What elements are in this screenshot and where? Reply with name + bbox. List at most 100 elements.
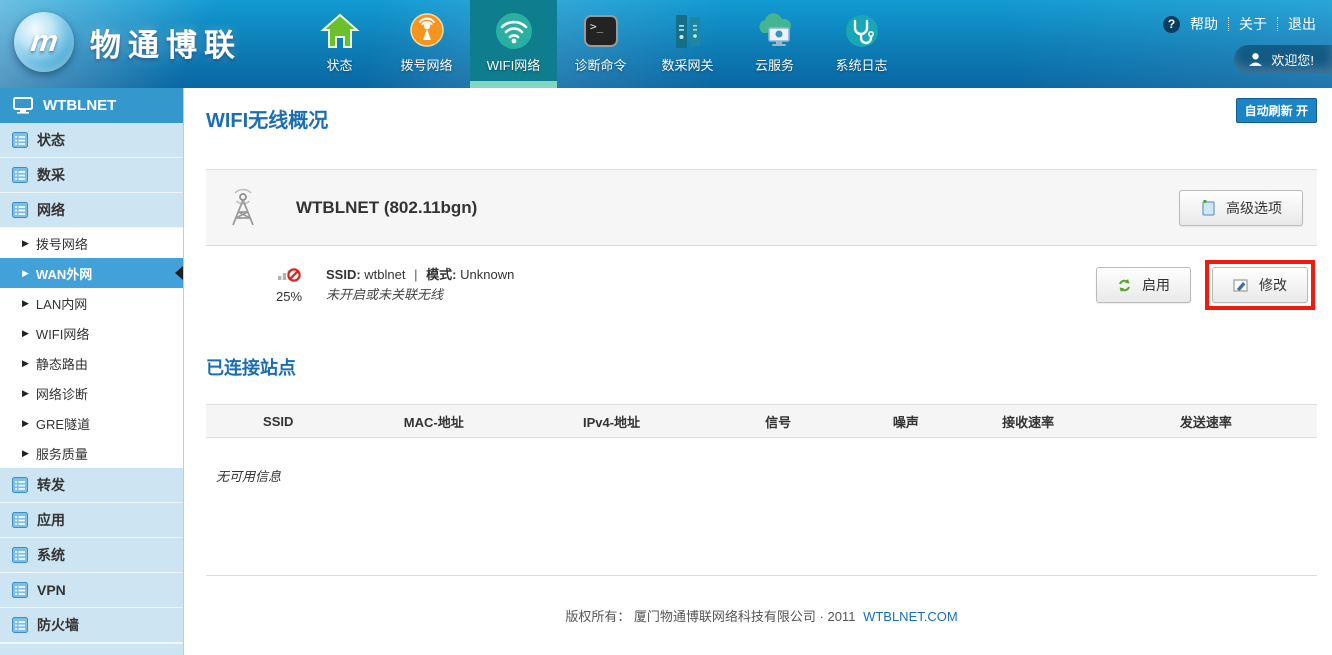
list-icon [12,582,28,598]
brand-name: 物通博联 [90,20,242,65]
stations-table: SSID MAC-地址 IPv4-地址 信号 噪声 接收速率 发送速率 [206,404,1317,438]
sidebar-item-network-diagnostic[interactable]: ▶ 网络诊断 [0,378,183,408]
brand-glyph: m [28,25,59,59]
divider [1277,17,1278,31]
main-nav: 状态 拨号网络 WIFI网络 >_ 诊断命令 数采网关 [296,0,905,88]
sidebar-item-network[interactable]: 网络 [0,193,183,228]
col-ipv4: IPv4-地址 [517,405,706,438]
arrow-right-icon: ▶ [22,268,29,279]
edit-icon [1233,278,1249,293]
sidebar-item-application[interactable]: 应用 [0,503,183,538]
main-content: WIFI无线概况 自动刷新 开 WTBLNET (802.11bgn) 高级选项 [184,88,1332,655]
sidebar-item-lan[interactable]: ▶ LAN内网 [0,288,183,318]
arrow-right-icon: ▶ [22,238,29,249]
sidebar-item-data-collect[interactable]: 数采 [0,158,183,193]
footer: 版权所有： 厦门物通博联网络科技有限公司 · 2011 WTBLNET.COM [206,606,1317,625]
list-icon [12,547,28,563]
radio-status-text: 未开启或未关联无线 [326,285,514,305]
brand-globe-icon: m [14,12,74,72]
signal-disabled-icon [277,266,301,282]
sidebar-item-vpn[interactable]: VPN [0,573,183,608]
antenna-icon [224,188,262,228]
wifi-icon [470,7,557,55]
connected-stations-title: 已连接站点 [206,354,1317,380]
col-noise: 噪声 [850,405,961,438]
copyright-text: 版权所有： 厦门物通博联网络科技有限公司 · 2011 [565,609,855,624]
top-header: m 物通博联 状态 拨号网络 WIFI网络 >_ 诊断命令 [0,0,1332,88]
sidebar-item-forward[interactable]: 转发 [0,468,183,503]
signal-block: 25% [266,266,312,304]
logout-link[interactable]: 退出 [1288,14,1316,34]
no-info-message: 无可用信息 [216,466,1317,485]
brand-logo: m 物通博联 [14,12,242,72]
highlight-box: 修改 [1205,260,1315,310]
sidebar-item-qos[interactable]: ▶ 服务质量 [0,438,183,468]
list-icon [12,132,28,148]
radio-buttons: 启用 修改 [1096,260,1315,310]
sidebar-item-wifi-network[interactable]: ▶ WIFI网络 [0,318,183,348]
welcome-text: 欢迎您! [1271,50,1314,69]
page-add-icon [1200,200,1216,216]
arrow-right-icon: ▶ [22,448,29,459]
col-mac: MAC-地址 [350,405,517,438]
sidebar-item-partial[interactable] [0,643,183,655]
dial-network-icon [383,7,470,55]
tab-data-gateway[interactable]: 数采网关 [644,0,731,88]
sidebar-item-system[interactable]: 系统 [0,538,183,573]
welcome-badge[interactable]: 欢迎您! [1234,45,1332,73]
tab-wifi-network[interactable]: WIFI网络 [470,0,557,88]
divider [1228,17,1229,31]
col-rx-rate: 接收速率 [961,405,1094,438]
tab-diagnostic-command[interactable]: >_ 诊断命令 [557,0,644,88]
wifi-radio-row: 25% SSID: wtblnet | 模式: Unknown 未开启或未关联无… [206,246,1317,324]
sidebar-item-gre-tunnel[interactable]: ▶ GRE隧道 [0,408,183,438]
user-icon [1248,52,1263,67]
arrow-right-icon: ▶ [22,358,29,369]
signal-percent: 25% [266,289,312,304]
gateway-icon [644,7,731,55]
arrow-right-icon: ▶ [22,298,29,309]
cloud-service-icon [731,7,818,55]
page-title: WIFI无线概况 [206,104,1317,133]
modify-button[interactable]: 修改 [1212,267,1308,303]
sidebar: WTBLNET 状态 数采 网络 ▶ 拨号网络 ▶ WAN外网 ▶ LAN内网 … [0,88,184,655]
help-link[interactable]: 帮助 [1190,14,1218,34]
header-links: ? 帮助 关于 退出 [1163,14,1316,34]
home-icon [296,7,383,55]
footer-link[interactable]: WTBLNET.COM [863,609,958,624]
auto-refresh-toggle[interactable]: 自动刷新 开 [1236,98,1317,123]
col-ssid: SSID [206,405,350,438]
radio-info: SSID: wtblnet | 模式: Unknown 未开启或未关联无线 [326,265,514,305]
col-signal: 信号 [706,405,850,438]
sidebar-item-status[interactable]: 状态 [0,123,183,158]
tab-dial-network[interactable]: 拨号网络 [383,0,470,88]
sidebar-item-wan[interactable]: ▶ WAN外网 [0,258,183,288]
stations-header-row: SSID MAC-地址 IPv4-地址 信号 噪声 接收速率 发送速率 [206,405,1317,438]
list-icon [12,512,28,528]
ssid-line: SSID: wtblnet | 模式: Unknown [326,265,514,285]
arrow-right-icon: ▶ [22,328,29,339]
tab-status[interactable]: 状态 [296,0,383,88]
sidebar-item-dial-network[interactable]: ▶ 拨号网络 [0,228,183,258]
sidebar-device-title: WTBLNET [0,88,183,123]
wifi-device-name: WTBLNET (802.11bgn) [296,198,477,218]
wifi-device-panel: WTBLNET (802.11bgn) 高级选项 [206,170,1317,246]
advanced-options-button[interactable]: 高级选项 [1179,190,1303,226]
tab-cloud-service[interactable]: 云服务 [731,0,818,88]
list-icon [12,477,28,493]
list-icon [12,167,28,183]
sidebar-item-static-route[interactable]: ▶ 静态路由 [0,348,183,378]
help-icon[interactable]: ? [1163,16,1180,33]
enable-button[interactable]: 启用 [1096,267,1191,303]
tab-system-log[interactable]: 系统日志 [818,0,905,88]
col-tx-rate: 发送速率 [1095,405,1317,438]
divider [206,575,1317,576]
svg-text:>_: >_ [590,20,604,33]
monitor-icon [13,97,33,114]
about-link[interactable]: 关于 [1239,14,1267,34]
list-icon [12,202,28,218]
refresh-icon [1117,278,1132,293]
sidebar-item-firewall[interactable]: 防火墙 [0,608,183,643]
list-icon [12,617,28,633]
terminal-icon: >_ [557,7,644,55]
